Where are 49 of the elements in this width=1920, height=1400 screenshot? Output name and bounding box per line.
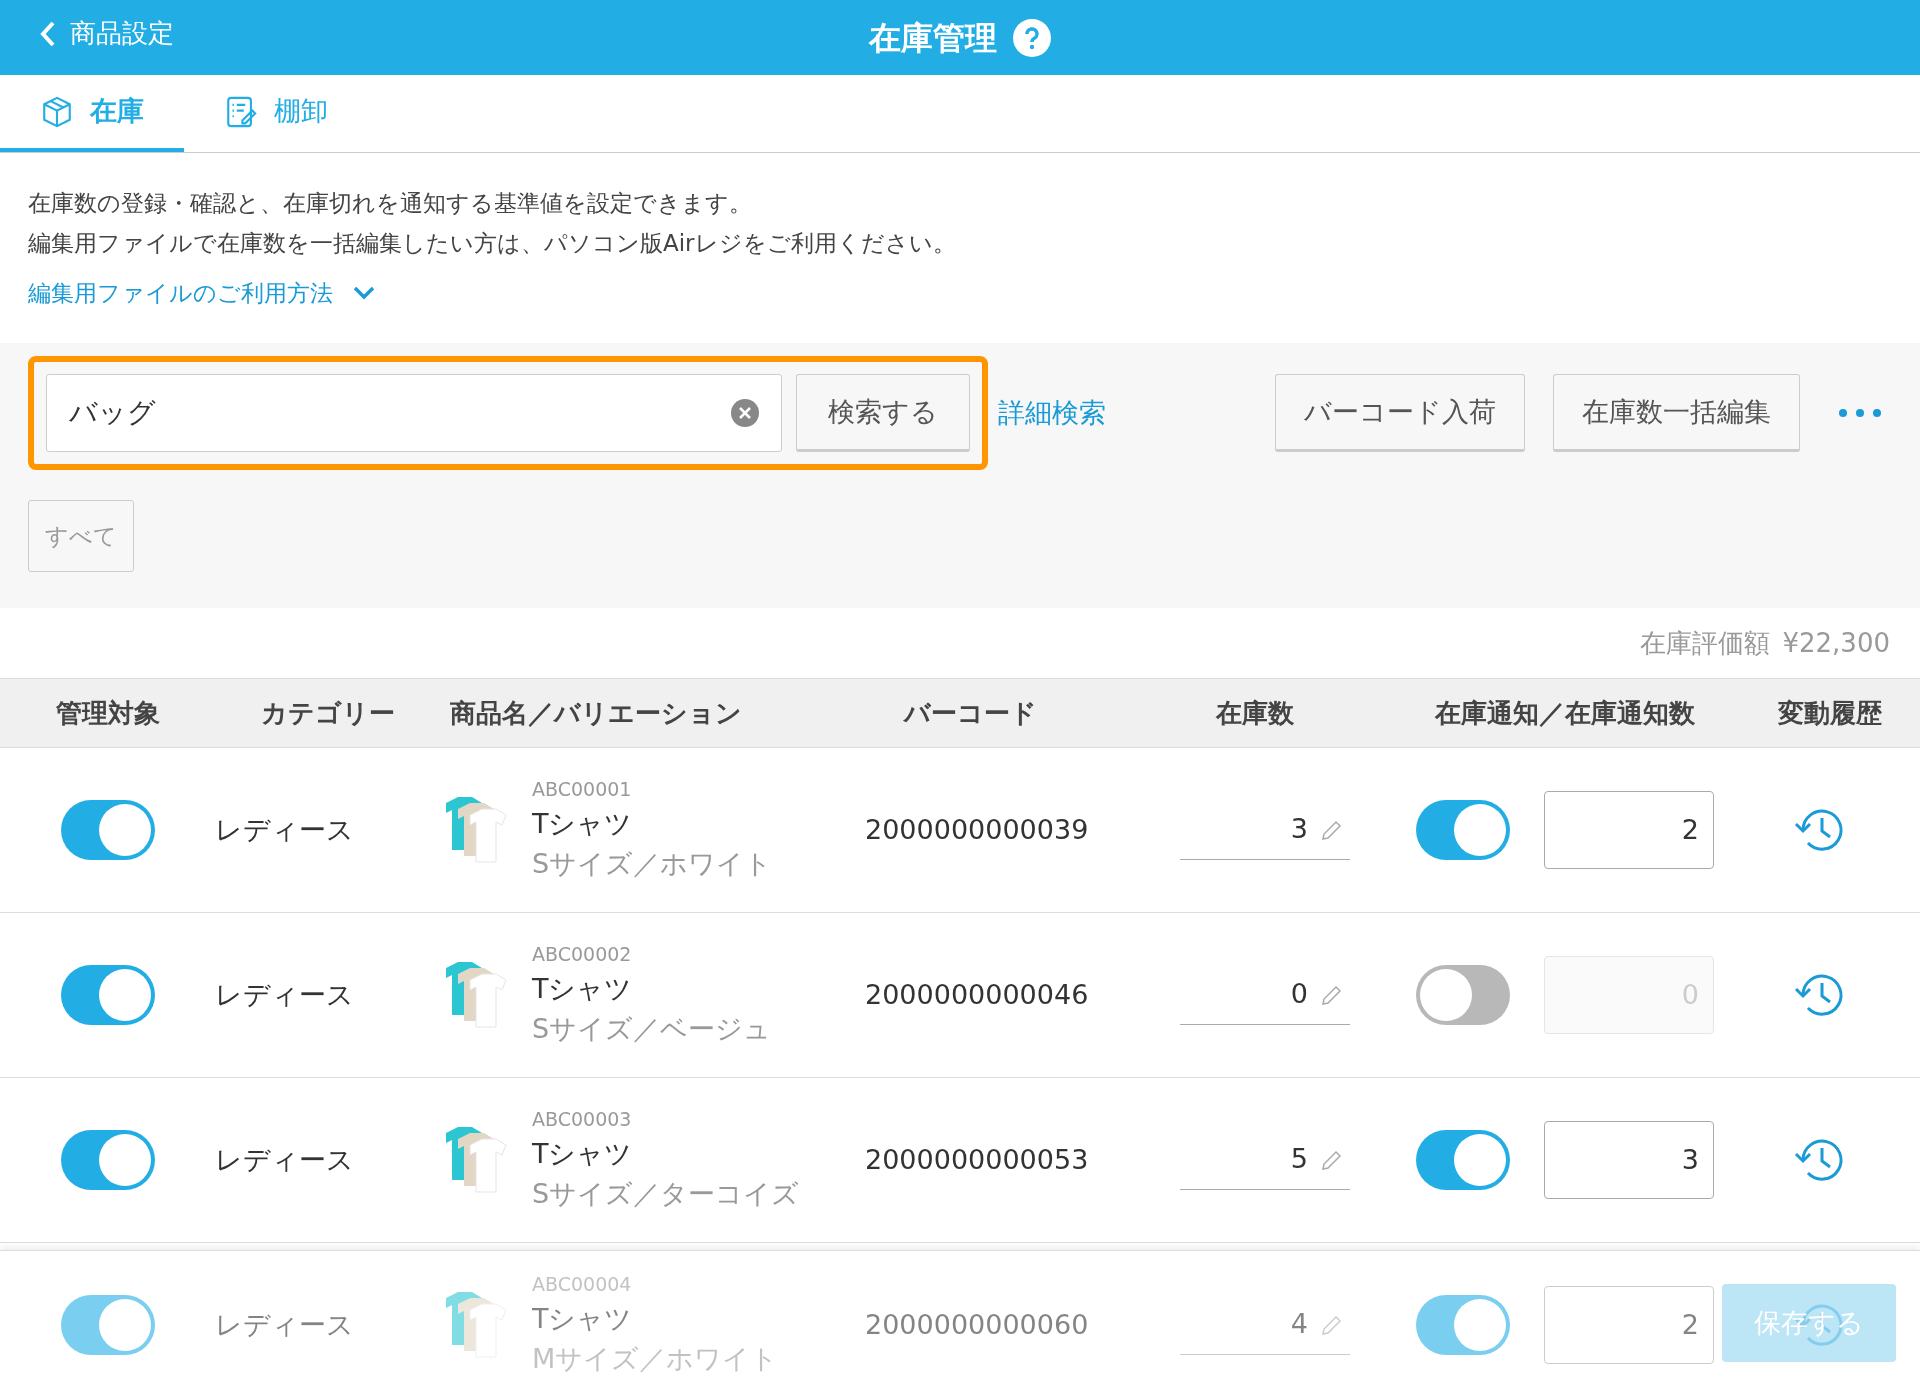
tab[interactable]: 在庫 (0, 75, 184, 152)
product-code: ABC00004 (532, 1272, 633, 1298)
product-name: Tシャツ (532, 1301, 634, 1336)
notify-count-field[interactable]: 3 (1544, 1121, 1714, 1199)
stock-field[interactable]: 0 (1180, 965, 1350, 1025)
action-button[interactable]: 在庫数一括編集 (1553, 374, 1800, 452)
variation-text: Sサイズ／ホワイト (532, 847, 773, 882)
stock-field[interactable]: 4 (1180, 1295, 1350, 1355)
description-text: 編集用ファイルで在庫数を一括編集したい方は、パソコン版Airレジをご利用ください。 (28, 229, 957, 258)
search-button[interactable]: 検索する (796, 374, 970, 452)
total-value: ¥22,300 (1782, 626, 1890, 660)
product-code: ABC00002 (532, 942, 633, 968)
column-header: 管理対象 (54, 696, 161, 730)
product-code: ABC00001 (532, 777, 633, 803)
variation-text: Mサイズ／ホワイト (532, 1342, 779, 1377)
filter-chip[interactable]: すべて (28, 500, 134, 572)
category-text: レディース (215, 977, 355, 1012)
page-title: 在庫管理 (869, 17, 997, 59)
variation-text: Sサイズ／ターコイズ (532, 1177, 800, 1212)
column-header: バーコード (902, 696, 1038, 730)
category-text: レディース (215, 1142, 355, 1177)
help-link[interactable]: 編集用ファイルのご利用方法 (28, 273, 375, 313)
advanced-search-link[interactable]: 詳細検索 (998, 392, 1106, 434)
column-header: 在庫数 (1214, 696, 1295, 730)
barcode-text: 2000000000060 (864, 1307, 1090, 1342)
column-header: カテゴリー (259, 696, 396, 730)
product-name: Tシャツ (532, 971, 634, 1006)
column-header: 在庫通知／在庫通知数 (1433, 696, 1696, 730)
tab[interactable]: 棚卸 (184, 75, 368, 152)
barcode-text: 2000000000046 (864, 977, 1090, 1012)
total-label: 在庫評価額 (1640, 626, 1771, 660)
notify-count-field[interactable]: 2 (1544, 791, 1714, 869)
stock-field[interactable]: 3 (1180, 800, 1350, 860)
product-name: Tシャツ (532, 1136, 634, 1171)
action-button[interactable]: バーコード入荷 (1275, 374, 1525, 452)
category-text: レディース (215, 812, 355, 847)
product-name: Tシャツ (532, 806, 634, 841)
description-text: 在庫数の登録・確認と、在庫切れを通知する基準値を設定できます。 (28, 189, 753, 218)
barcode-text: 2000000000053 (864, 1142, 1090, 1177)
search-field[interactable]: バッグ (46, 374, 782, 452)
column-header: 変動履歴 (1777, 696, 1883, 730)
column-header: 商品名／バリエーション (449, 696, 743, 730)
back-button[interactable]: 商品設定 (38, 14, 174, 53)
notify-count-field[interactable]: 2 (1544, 1286, 1714, 1364)
category-text: レディース (215, 1307, 355, 1342)
stock-field[interactable]: 5 (1180, 1130, 1350, 1190)
variation-text: Sサイズ／ベージュ (532, 1012, 772, 1047)
product-code: ABC00003 (532, 1107, 633, 1133)
barcode-text: 2000000000039 (864, 812, 1090, 847)
